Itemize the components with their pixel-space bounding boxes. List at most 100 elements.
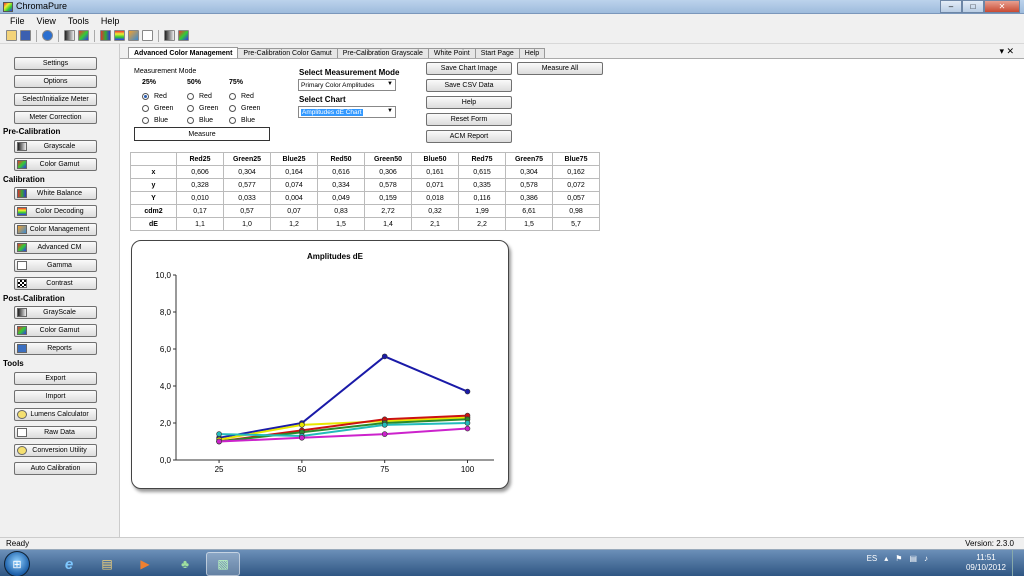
clock[interactable]: 11:51 09/10/2012 [966, 553, 1006, 573]
tab-white-point[interactable]: White Point [427, 48, 476, 58]
radio-blue-50[interactable]: Blue [187, 114, 227, 126]
close-button[interactable]: ✕ [984, 0, 1020, 13]
conversion-utility-button[interactable]: Conversion Utility [14, 444, 97, 457]
help-icon[interactable] [42, 30, 53, 41]
radio-label: Blue [199, 116, 214, 124]
start-button[interactable]: ⊞ [4, 551, 30, 576]
media-player-icon[interactable]: ▶ [128, 552, 162, 576]
status-text: Ready [6, 539, 30, 548]
chromapure-taskbar-icon[interactable]: ▧ [206, 552, 240, 576]
radio-blue-25[interactable]: Blue [142, 114, 182, 126]
select-meter-button[interactable]: Select/Initialize Meter [14, 93, 97, 106]
radio-icon [142, 104, 149, 112]
post-grayscale-button[interactable]: GrayScale [14, 306, 97, 319]
amplitudes-chart: Amplitudes dE 0,0 2,0 4,0 6,0 8,0 10,0 25 50 75 10… [131, 240, 509, 489]
color-management-icon[interactable] [128, 30, 139, 41]
maximize-button[interactable]: □ [962, 0, 984, 13]
gamma-button[interactable]: Gamma [14, 259, 97, 272]
radio-green-50[interactable]: Green [187, 102, 227, 114]
minimize-button[interactable]: – [940, 0, 962, 13]
row-label: Y [130, 191, 177, 205]
measurement-mode-select[interactable]: Primary Color Amplitudes ▼ [298, 79, 396, 91]
color-decoding-button[interactable]: Color Decoding [14, 205, 97, 218]
radio-red-75[interactable]: Red [229, 90, 269, 102]
table-cell: 0,010 [176, 191, 224, 205]
pre-grayscale-button[interactable]: Grayscale [14, 140, 97, 153]
tab-pre-calibration-color-gamut[interactable]: Pre-Calibration Color Gamut [237, 48, 338, 58]
toolbar-separator [58, 29, 59, 42]
post-gamut-icon[interactable] [178, 30, 189, 41]
flag-icon[interactable]: ⚑ [895, 554, 902, 563]
radio-label: Blue [241, 116, 256, 124]
tab-help[interactable]: Help [518, 48, 546, 58]
auto-calibration-button[interactable]: Auto Calibration [14, 462, 97, 475]
gamma-icon[interactable] [142, 30, 153, 41]
color-decoding-icon[interactable] [114, 30, 125, 41]
radio-green-75[interactable]: Green [229, 102, 269, 114]
table-cell: 1,0 [223, 217, 271, 231]
open-folder-icon[interactable] [6, 30, 17, 41]
tab-pre-calibration-grayscale[interactable]: Pre-Calibration Grayscale [336, 48, 429, 58]
help-button[interactable]: Help [426, 96, 512, 109]
network-icon[interactable]: ▤ [909, 554, 917, 563]
network-app-icon[interactable]: ♣ [168, 552, 202, 576]
color-management-button[interactable]: Color Management [14, 223, 97, 236]
acm-report-button[interactable]: ACM Report [426, 130, 512, 143]
options-button[interactable]: Options [14, 75, 97, 88]
menu-help[interactable]: Help [95, 16, 126, 26]
tab-controls[interactable]: ▾ ✕ [999, 46, 1014, 57]
reports-button[interactable]: Reports [14, 342, 97, 355]
measure-all-button[interactable]: Measure All [517, 62, 603, 75]
white-balance-icon[interactable] [100, 30, 111, 41]
radio-label: Red [241, 92, 254, 100]
post-color-gamut-button[interactable]: Color Gamut [14, 324, 97, 337]
table-cell: 1,5 [505, 217, 553, 231]
post-grayscale-icon[interactable] [164, 30, 175, 41]
lumens-calculator-button[interactable]: Lumens Calculator [14, 408, 97, 421]
menu-view[interactable]: View [31, 16, 62, 26]
grayscale-icon[interactable] [64, 30, 75, 41]
table-row: Y 0,010 0,033 0,004 0,049 0,159 0,018 0,116 0,38… [130, 191, 600, 205]
table-cell: 0,577 [223, 178, 271, 192]
save-disk-icon[interactable] [20, 30, 31, 41]
dropdown-arrow-icon: ▼ [387, 108, 393, 114]
internet-explorer-icon[interactable]: e [52, 552, 86, 576]
white-balance-button[interactable]: White Balance [14, 187, 97, 200]
language-indicator[interactable]: ES [867, 554, 878, 563]
table-cell: 0,328 [176, 178, 224, 192]
radio-blue-75[interactable]: Blue [229, 114, 269, 126]
radio-green-25[interactable]: Green [142, 102, 182, 114]
series-point-5 [299, 435, 305, 441]
color-gamut-icon [17, 160, 27, 169]
table-header: Green25 [223, 152, 271, 166]
save-csv-button[interactable]: Save CSV Data [426, 79, 512, 92]
tray-expand-icon[interactable]: ▴ [884, 554, 888, 563]
measurement-table: Red25 Green25 Blue25 Red50 Green50 Blue5… [130, 152, 600, 231]
advanced-cm-button[interactable]: Advanced CM [14, 241, 97, 254]
tab-advanced-color-management[interactable]: Advanced Color Management [128, 47, 239, 58]
pre-color-gamut-button[interactable]: Color Gamut [14, 158, 97, 171]
raw-data-button[interactable]: Raw Data [14, 426, 97, 439]
contrast-button[interactable]: Contrast [14, 277, 97, 290]
reset-form-button[interactable]: Reset Form [426, 113, 512, 126]
radio-red-25[interactable]: Red [142, 90, 182, 102]
menu-file[interactable]: File [4, 16, 31, 26]
meter-correction-button[interactable]: Meter Correction [14, 111, 97, 124]
gamut-icon[interactable] [78, 30, 89, 41]
tab-start-page[interactable]: Start Page [474, 48, 520, 58]
export-button[interactable]: Export [14, 372, 97, 385]
menu-tools[interactable]: Tools [62, 16, 95, 26]
explorer-folder-icon[interactable]: ▤ [90, 552, 124, 576]
chart-select[interactable]: Amplitudes dE Chart ▼ [298, 106, 396, 118]
advanced-cm-label: Advanced CM [37, 244, 82, 251]
measure-button[interactable]: Measure [134, 127, 270, 141]
settings-button[interactable]: Settings [14, 57, 97, 70]
radio-icon [187, 104, 194, 112]
show-desktop-button[interactable] [1012, 550, 1024, 576]
volume-icon[interactable]: ♪ [924, 554, 928, 563]
save-chart-image-button[interactable]: Save Chart Image [426, 62, 512, 75]
y-tick-label: 10,0 [155, 271, 171, 280]
import-button[interactable]: Import [14, 390, 97, 403]
radio-red-50[interactable]: Red [187, 90, 227, 102]
y-tick-label: 8,0 [160, 308, 172, 317]
